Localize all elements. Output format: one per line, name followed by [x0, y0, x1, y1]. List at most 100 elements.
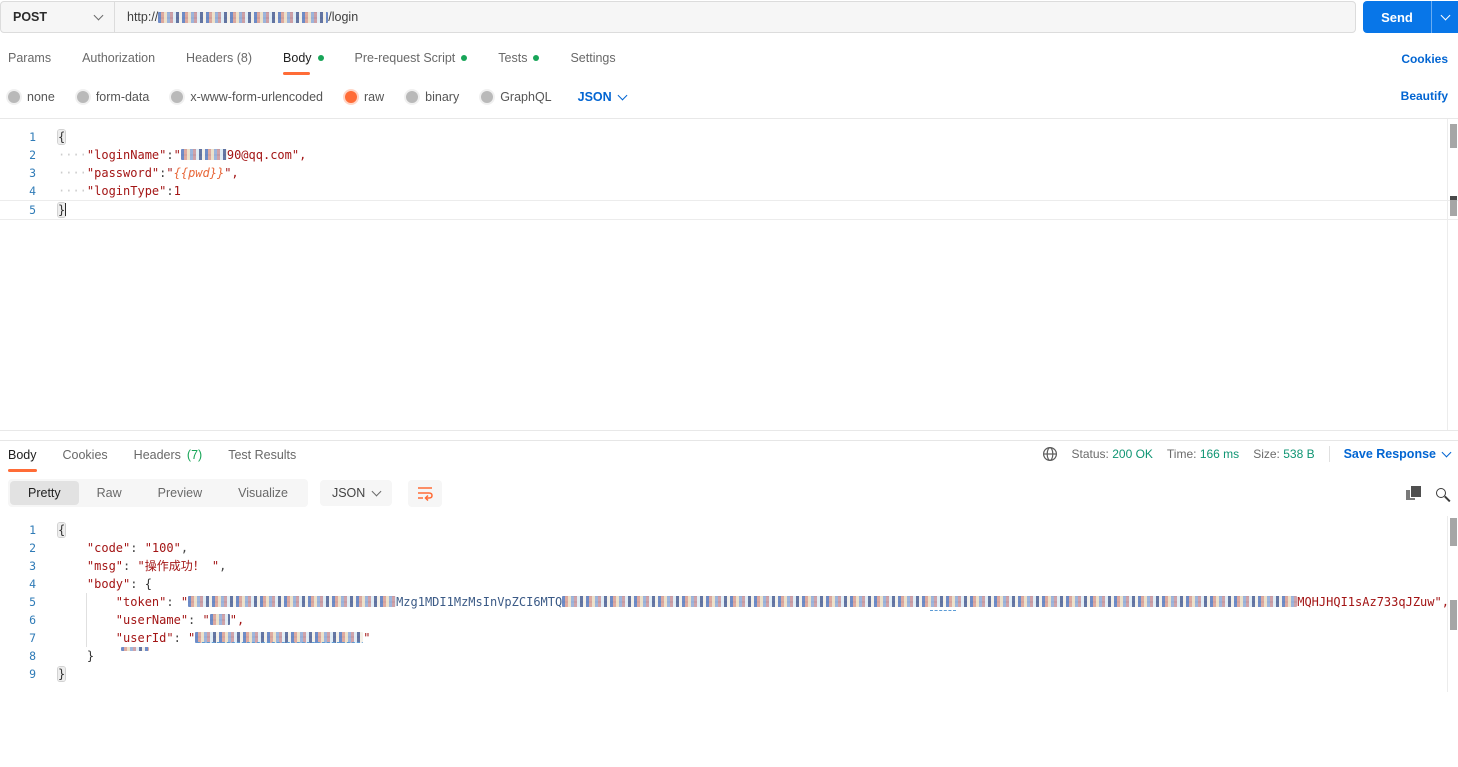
wrap-lines-icon	[418, 487, 434, 501]
tab-test-results[interactable]: Test Results	[228, 442, 296, 472]
tab-response-body[interactable]: Body	[8, 442, 37, 472]
tab-headers[interactable]: Headers (8)	[186, 45, 252, 75]
code-line: 7 "userId": " "	[0, 629, 1458, 647]
tab-settings[interactable]: Settings	[570, 45, 615, 75]
bodytype-binary[interactable]: binary	[406, 90, 459, 104]
line-number: 3	[29, 559, 36, 573]
tab-response-cookies[interactable]: Cookies	[63, 442, 108, 472]
line-number: 8	[29, 649, 36, 663]
code-line: 3 "msg": "操作成功！ ",	[0, 557, 1458, 575]
copy-icon[interactable]	[1406, 486, 1421, 500]
line-number: 1	[29, 523, 36, 537]
postman-request-view: POST http:// /login Send Params Authoriza…	[0, 0, 1458, 767]
bodytype-urlencoded[interactable]: x-www-form-urlencoded	[171, 90, 323, 104]
link-underline-fragment	[930, 610, 956, 611]
bodytype-graphql[interactable]: GraphQL	[481, 90, 552, 104]
search-icon[interactable]	[1436, 488, 1446, 498]
url-suffix: /login	[328, 10, 359, 24]
token-fragment: MQHJHQI1sAz733qJZuw",	[1297, 595, 1449, 609]
scrollbar-track	[1447, 516, 1448, 692]
chevron-down-icon	[371, 486, 382, 497]
beautify-link[interactable]: Beautify	[1401, 89, 1448, 103]
bodytype-none[interactable]: none	[8, 90, 55, 104]
tab-authorization[interactable]: Authorization	[82, 45, 155, 75]
line-number: 5	[29, 203, 36, 217]
whitespace-dots: ····	[58, 166, 87, 180]
send-options-button[interactable]	[1431, 1, 1458, 33]
send-button[interactable]: Send	[1363, 1, 1431, 33]
wrap-lines-button[interactable]	[408, 479, 443, 507]
line-number: 5	[29, 595, 36, 609]
section-divider	[0, 440, 1458, 441]
globe-icon[interactable]	[1042, 446, 1058, 462]
scrollbar-thumb[interactable]	[1450, 124, 1457, 148]
chevron-down-icon	[1440, 10, 1450, 21]
line-number: 4	[29, 577, 36, 591]
tab-body[interactable]: Body	[283, 45, 324, 75]
code-line: 1 {	[0, 521, 1458, 539]
response-meta: Status: 200 OK Time: 166 ms Size: 538 B …	[1042, 446, 1452, 462]
text-cursor	[65, 203, 67, 216]
size-field: Size: 538 B	[1253, 447, 1315, 461]
radio-icon	[481, 91, 494, 103]
view-pretty[interactable]: Pretty	[10, 481, 79, 505]
redacted-spill	[121, 647, 149, 651]
radio-icon	[171, 91, 184, 103]
modified-dot	[461, 55, 468, 61]
code-line: 5 "token": " Mzg1MDI1MzMsInVpZCI6MTQ MQHJH…	[0, 593, 1458, 611]
size-value: 538 B	[1283, 447, 1315, 461]
url-prefix: http://	[127, 10, 159, 24]
code-line: 4 "body": {	[0, 575, 1458, 593]
token-fragment: Mzg1MDI1MzMsInVpZCI6MTQ	[396, 595, 563, 609]
whitespace-dots: ····	[58, 184, 87, 198]
view-preview[interactable]: Preview	[140, 481, 220, 505]
view-segmented-control: Pretty Raw Preview Visualize	[8, 479, 308, 507]
view-raw[interactable]: Raw	[79, 481, 140, 505]
modified-dot	[533, 55, 540, 61]
bodytype-form-data[interactable]: form-data	[76, 90, 149, 104]
divider	[1328, 446, 1330, 462]
scrollbar-thumb[interactable]	[1450, 600, 1457, 630]
radio-selected-icon	[345, 91, 357, 103]
status-field: Status: 200 OK	[1071, 447, 1153, 461]
redacted-user-id	[195, 632, 364, 643]
response-body-editor[interactable]: 1 { 2 "code": "100", 3 "msg": "操作成功！ ", …	[0, 516, 1458, 692]
line-number: 2	[29, 541, 36, 555]
redacted-url-host	[158, 11, 329, 23]
request-url-bar: POST http:// /login	[0, 1, 1356, 33]
line-number: 1	[29, 130, 36, 144]
status-value: 200 OK	[1112, 447, 1153, 461]
line-number: 3	[29, 166, 36, 180]
response-language-dropdown[interactable]: JSON	[319, 480, 393, 506]
tab-response-headers[interactable]: Headers (7)	[134, 442, 203, 472]
view-visualize[interactable]: Visualize	[220, 481, 306, 505]
line-number: 6	[29, 613, 36, 627]
redacted-login-name	[180, 149, 227, 160]
redacted-token	[562, 596, 1298, 607]
bodytype-raw[interactable]: raw	[345, 90, 384, 104]
request-tabs: Params Authorization Headers (8) Body Pr…	[0, 45, 1458, 75]
send-split-button: Send	[1363, 1, 1458, 33]
code-line-active: 5 }	[0, 200, 1458, 220]
code-line: 3 ····"password":"{{pwd}}",	[0, 164, 1458, 182]
method-dropdown[interactable]: POST	[1, 2, 115, 32]
tab-params[interactable]: Params	[8, 45, 51, 75]
code-line: 4 ····"loginType":1	[0, 182, 1458, 200]
code-line: 2 "code": "100",	[0, 539, 1458, 557]
tab-pre-request-script[interactable]: Pre-request Script	[355, 45, 468, 75]
radio-icon	[406, 91, 419, 103]
code-line: 2 ····"loginName":" 90@qq.com",	[0, 146, 1458, 164]
raw-language-dropdown[interactable]: JSON	[578, 90, 628, 104]
tab-tests[interactable]: Tests	[498, 45, 540, 75]
line-number: 9	[29, 667, 36, 681]
code-line: 6 "userName": " ",	[0, 611, 1458, 629]
scrollbar-thumb[interactable]	[1450, 200, 1457, 216]
save-response-button[interactable]: Save Response	[1344, 447, 1452, 461]
scrollbar-thumb[interactable]	[1450, 518, 1457, 546]
cookies-link[interactable]: Cookies	[1401, 52, 1448, 66]
modified-dot	[317, 55, 324, 61]
request-body-editor[interactable]: 1 { 2 ····"loginName":" 90@qq.com", 3 ···…	[0, 118, 1458, 431]
scrollbar-track	[1447, 119, 1448, 430]
code-line: 9 }	[0, 665, 1458, 683]
url-input[interactable]: http:// /login	[115, 2, 1355, 32]
